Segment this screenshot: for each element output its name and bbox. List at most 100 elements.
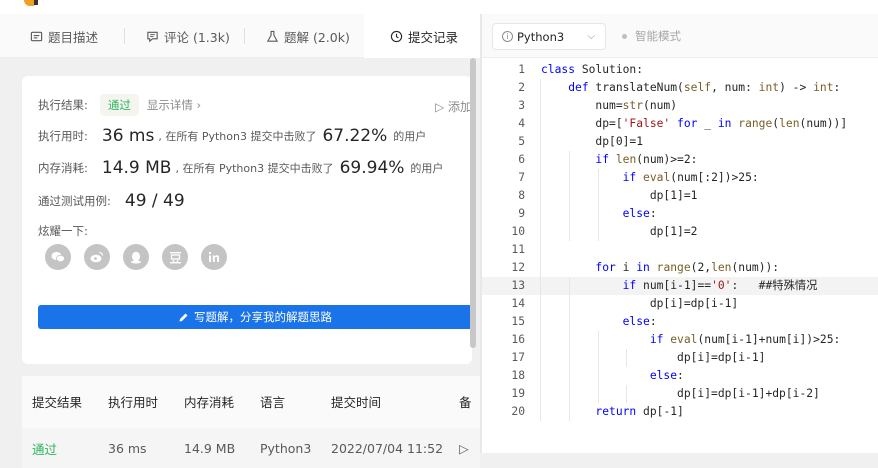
code-line[interactable]: 12 for i in range(2,len(num)):	[482, 259, 878, 277]
code-line[interactable]: 9 else:	[482, 205, 878, 223]
status-row: 执行结果: 通过 显示详情 ›	[38, 94, 201, 116]
tab-submissions[interactable]: 提交记录	[364, 14, 480, 58]
indent-guide	[598, 169, 599, 205]
runtime-cell: 36 ms	[108, 440, 147, 456]
status-label: 执行结果:	[38, 98, 88, 112]
column-header: 备	[459, 394, 472, 410]
code-line[interactable]: 15 else:	[482, 313, 878, 331]
clock-icon	[390, 30, 403, 42]
code-line[interactable]: 16 if eval(num[i-1]+num[i])>25:	[482, 331, 878, 349]
result-card: 执行结果: 通过 显示详情 › ▷ 添加 执行用时: 36 ms , 在所有 P…	[22, 76, 472, 364]
runtime-value: 36 ms	[101, 126, 155, 146]
code-text: if num[i-1]=='0': ##特殊情况	[622, 279, 818, 292]
tab-divider	[244, 28, 245, 44]
runtime-percent: 67.22%	[322, 126, 388, 146]
share-row: 炫耀一下:	[38, 223, 88, 239]
code-text: num=str(num)	[541, 99, 678, 112]
code-line[interactable]: 5 dp[0]=1	[482, 133, 878, 151]
code-line[interactable]: 19 dp[i]=dp[i-1]+dp[i-2]	[482, 385, 878, 403]
status-badge: 通过	[99, 94, 139, 116]
memory-value: 14.9 MB	[101, 158, 172, 178]
cases-label: 通过测试用例:	[38, 194, 111, 208]
code-line[interactable]: 13 if num[i-1]=='0': ##特殊情况	[482, 277, 878, 295]
editor-toolbar: i Python3 ⌵ 智能模式	[482, 14, 878, 58]
line-number: 5	[518, 135, 525, 148]
code-text: else:	[649, 369, 684, 382]
indent-guide	[626, 349, 627, 367]
code-line[interactable]: 10 dp[1]=2	[482, 223, 878, 241]
line-number: 19	[511, 387, 525, 400]
write-solution-label: 写题解，分享我的解题思路	[194, 310, 332, 324]
linkedin-icon[interactable]	[201, 244, 227, 270]
share-icons	[45, 244, 227, 270]
line-number: 7	[518, 171, 525, 184]
code-line[interactable]: 4 dp=['False' for _ in range(len(num))]	[482, 115, 878, 133]
time-cell: 2022/07/04 11:52	[331, 440, 444, 456]
column-header: 内存消耗	[184, 394, 235, 410]
top-bar	[0, 0, 878, 14]
code-line[interactable]: 17 dp[i]=dp[i-1]	[482, 349, 878, 367]
wechat-icon[interactable]	[45, 244, 71, 270]
line-number: 10	[511, 225, 525, 238]
code-line[interactable]: 6 if len(num)>=2:	[482, 151, 878, 169]
runtime-label: 执行用时:	[38, 129, 88, 143]
line-number: 9	[518, 207, 525, 220]
write-solution-button[interactable]: 写题解，分享我的解题思路	[38, 305, 472, 329]
table-row[interactable]: 通过 36 ms 14.9 MB Python3 2022/07/04 11:5…	[22, 428, 480, 468]
code-line[interactable]: 7 if eval(num[:2])>25:	[482, 169, 878, 187]
line-number: 14	[511, 297, 525, 310]
memory-text: , 在所有 Python3 提交中击败了	[175, 162, 334, 175]
description-icon	[30, 31, 43, 41]
add-note-button[interactable]: ▷ 添加	[435, 98, 472, 115]
code-text: if eval(num[:2])>25:	[622, 171, 759, 184]
language-label: Python3	[517, 29, 565, 44]
language-cell: Python3	[260, 440, 312, 456]
tab-comments[interactable]: 评论 (1.3k)	[146, 14, 230, 58]
code-text: class Solution:	[541, 63, 644, 76]
cases-value: 49 / 49	[124, 191, 185, 211]
code-line[interactable]: 1 class Solution:	[482, 61, 878, 79]
tab-divider	[124, 28, 125, 44]
language-select[interactable]: i Python3 ⌵	[492, 23, 606, 50]
code-text: dp[1]=1	[541, 189, 698, 202]
indent-guide	[569, 277, 570, 421]
code-text: for i in range(2,len(num)):	[595, 261, 780, 274]
smart-mode-toggle[interactable]: 智能模式	[622, 28, 681, 44]
indent-guide	[626, 385, 627, 403]
douban-icon[interactable]	[162, 244, 188, 270]
code-line[interactable]: 20 return dp[-1]	[482, 403, 878, 421]
tab-solutions[interactable]: 题解 (2.0k)	[266, 14, 350, 58]
code-line[interactable]: 11	[482, 241, 878, 259]
weibo-icon[interactable]	[84, 244, 110, 270]
tab-description[interactable]: 题目描述	[30, 14, 98, 58]
code-line[interactable]: 3 num=str(num)	[482, 97, 878, 115]
line-number: 13	[511, 279, 525, 292]
dot-icon	[622, 33, 627, 39]
pencil-icon	[179, 313, 188, 321]
tab-bar: 题目描述 评论 (1.3k) 题解 (2.0k) 提交记录	[0, 14, 480, 58]
flask-icon	[266, 30, 279, 42]
line-number: 16	[511, 333, 525, 346]
editor-panel: i Python3 ⌵ 智能模式 1 class Solution: 2 def t…	[482, 14, 878, 453]
tab-solutions-label: 题解 (2.0k)	[284, 29, 350, 45]
line-number: 17	[511, 351, 525, 364]
show-details-link[interactable]: 显示详情 ›	[147, 97, 201, 113]
code-line[interactable]: 2 def translateNum(self, num: int) -> in…	[482, 79, 878, 97]
qq-icon[interactable]	[123, 244, 149, 270]
tab-comments-label: 评论 (1.3k)	[164, 29, 230, 45]
code-text: def translateNum(self, num: int) -> int:	[568, 81, 841, 94]
line-number: 12	[511, 261, 525, 274]
code-text: if eval(num[i-1]+num[i])>25:	[649, 333, 841, 346]
code-text: return dp[-1]	[595, 405, 684, 418]
submissions-table: 提交结果 执行用时 内存消耗 语言 提交时间 备 通过 36 ms 14.9 M…	[22, 376, 480, 468]
memory-percent: 69.94%	[339, 158, 405, 178]
line-number: 3	[518, 99, 525, 112]
code-line[interactable]: 14 dp[i]=dp[i-1]	[482, 295, 878, 313]
runtime-row: 执行用时: 36 ms , 在所有 Python3 提交中击败了 67.22% …	[38, 126, 426, 146]
code-editor[interactable]: 1 class Solution: 2 def translateNum(self,…	[482, 56, 878, 453]
left-scrollbar[interactable]	[470, 58, 476, 348]
code-line[interactable]: 8 dp[1]=1	[482, 187, 878, 205]
note-cell[interactable]: ▷	[459, 441, 469, 456]
code-line[interactable]: 18 else:	[482, 367, 878, 385]
result-cell[interactable]: 通过	[32, 439, 57, 458]
